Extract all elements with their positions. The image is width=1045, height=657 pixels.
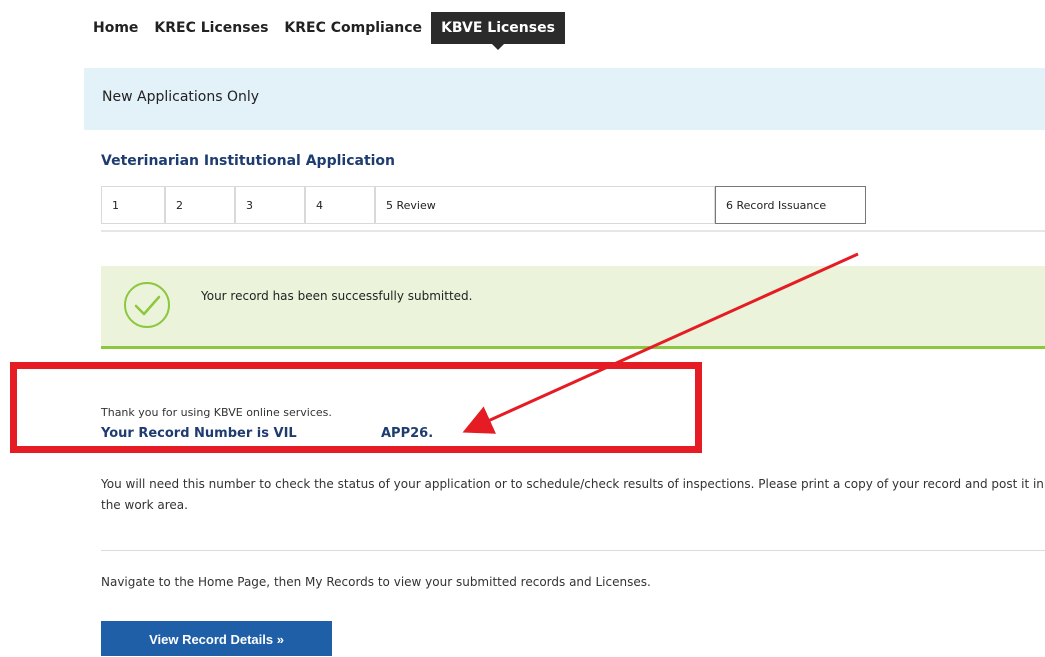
banner-text: New Applications Only: [102, 89, 260, 105]
nav-krec-licenses[interactable]: KREC Licenses: [147, 12, 275, 44]
step-tab-record-issuance[interactable]: 6 Record Issuance: [715, 186, 866, 224]
checkmark-circle-icon: [124, 282, 170, 328]
navigate-text: Navigate to the Home Page, then My Recor…: [101, 575, 651, 589]
success-message: Your record has been successfully submit…: [201, 289, 473, 303]
divider: [101, 550, 1045, 551]
record-number-suffix: APP26.: [381, 426, 434, 441]
step-tab-1[interactable]: 1: [101, 186, 165, 224]
instructions-text: You will need this number to check the s…: [101, 477, 1044, 512]
thank-you-text: Thank you for using KBVE online services…: [101, 406, 332, 419]
nav-home[interactable]: Home: [86, 12, 145, 44]
step-tab-review[interactable]: 5 Review: [375, 186, 715, 224]
application-title: Veterinarian Institutional Application: [101, 153, 396, 169]
step-tab-4[interactable]: 4: [305, 186, 375, 224]
view-record-details-button[interactable]: View Record Details »: [101, 621, 332, 656]
page-banner: New Applications Only: [84, 68, 1045, 130]
success-alert: Your record has been successfully submit…: [101, 266, 1045, 349]
nav-kbve-licenses[interactable]: KBVE Licenses: [431, 12, 565, 50]
step-tab-2[interactable]: 2: [165, 186, 235, 224]
step-tab-3[interactable]: 3: [235, 186, 305, 224]
record-number-prefix: Your Record Number is VIL: [101, 426, 297, 441]
top-nav: Home KREC Licenses KREC Compliance KBVE …: [86, 8, 567, 50]
step-tabs: 1 2 3 4 5 Review 6 Record Issuance: [101, 186, 1045, 232]
nav-krec-compliance[interactable]: KREC Compliance: [277, 12, 429, 44]
record-number-line: Your Record Number is VIL APP26.: [101, 426, 433, 441]
